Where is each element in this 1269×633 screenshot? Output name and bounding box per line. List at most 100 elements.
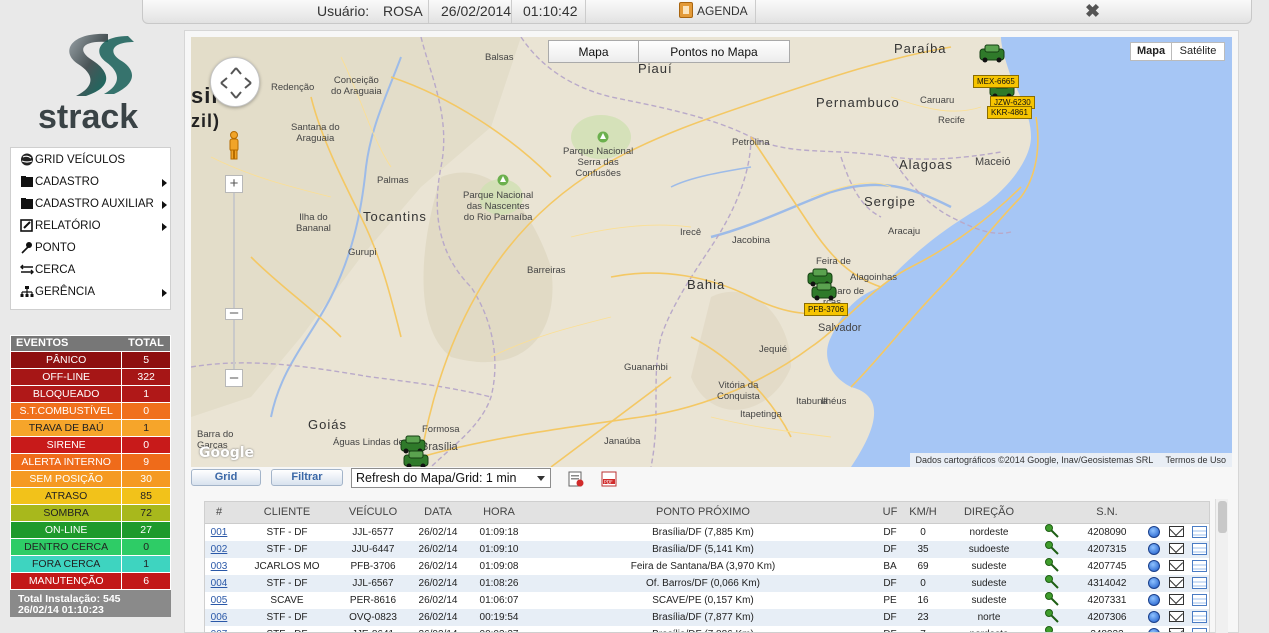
zoom-out-button[interactable]: –: [225, 369, 243, 387]
table-row[interactable]: 001 STF - DF JJL-6577 26/02/14 01:09:18 Brasí…: [205, 523, 1209, 541]
cell-id[interactable]: 006: [205, 608, 233, 626]
cell-point-action[interactable]: [1033, 557, 1071, 575]
agenda-link[interactable]: AGENDA: [697, 0, 748, 23]
event-row[interactable]: ATRASO 85: [10, 488, 171, 505]
pushpin-icon[interactable]: [1044, 625, 1060, 633]
details-icon[interactable]: [1191, 611, 1207, 623]
map-type-satellite[interactable]: Satélite: [1171, 42, 1225, 61]
event-row[interactable]: MANUTENÇÃO 6: [10, 573, 171, 590]
export-excel-icon[interactable]: [568, 471, 584, 487]
row-id-link[interactable]: 005: [211, 595, 228, 606]
zoom-slider-handle[interactable]: –: [225, 305, 243, 320]
envelope-icon[interactable]: [1168, 628, 1184, 632]
envelope-icon[interactable]: [1168, 611, 1184, 623]
vehicle-marker-icon[interactable]: [977, 43, 1007, 63]
event-row[interactable]: ALERTA INTERNO 9: [10, 454, 171, 471]
col-header-direcao[interactable]: DIREÇÃO: [945, 502, 1033, 524]
cell-id[interactable]: 005: [205, 592, 233, 609]
menu-item-cerca[interactable]: CERCA: [11, 258, 170, 280]
cell-point-action[interactable]: [1033, 523, 1071, 541]
event-row[interactable]: OFF-LINE 322: [10, 369, 171, 386]
cell-message-action[interactable]: [1165, 626, 1187, 632]
cell-id[interactable]: 004: [205, 574, 233, 592]
refresh-select[interactable]: Refresh do Mapa/Grid: 1 min: [351, 468, 551, 488]
table-row[interactable]: 003 JCARLOS MO PFB-3706 26/02/14 01:09:08 Fei…: [205, 557, 1209, 575]
cell-id[interactable]: 007: [205, 626, 233, 633]
details-icon[interactable]: [1191, 594, 1207, 606]
cell-map-action[interactable]: [1143, 523, 1165, 541]
col-header-ponto[interactable]: PONTO PRÓXIMO: [527, 502, 879, 524]
col-header-cliente[interactable]: CLIENTE: [233, 502, 341, 524]
table-row[interactable]: 004 STF - DF JJL-6567 26/02/14 01:08:26 Of. B…: [205, 574, 1209, 592]
event-row[interactable]: SEM POSIÇÃO 30: [10, 471, 171, 488]
col-header-uf[interactable]: UF: [879, 502, 901, 524]
cell-message-action[interactable]: [1165, 608, 1187, 626]
col-header-kmh[interactable]: KM/H: [901, 502, 945, 524]
pushpin-icon[interactable]: [1044, 608, 1060, 623]
globe-icon[interactable]: [1148, 611, 1160, 623]
globe-icon[interactable]: [1148, 594, 1160, 606]
menu-item-relatorio[interactable]: RELATÓRIO: [11, 214, 170, 236]
globe-icon[interactable]: [1148, 560, 1160, 572]
event-row[interactable]: FORA CERCA 1: [10, 556, 171, 573]
pushpin-icon[interactable]: [1044, 591, 1060, 606]
cell-point-action[interactable]: [1033, 540, 1071, 558]
cell-id[interactable]: 003: [205, 558, 233, 575]
cell-detail-action[interactable]: [1187, 523, 1209, 541]
close-icon[interactable]: ✖: [1085, 0, 1100, 22]
zoom-in-button[interactable]: +: [225, 175, 243, 193]
row-id-link[interactable]: 004: [211, 578, 228, 589]
cell-detail-action[interactable]: [1187, 592, 1209, 609]
globe-icon[interactable]: [1148, 526, 1160, 538]
cell-message-action[interactable]: [1165, 592, 1187, 609]
menu-item-ponto[interactable]: PONTO: [11, 236, 170, 258]
cell-message-action[interactable]: [1165, 574, 1187, 592]
menu-item-cadastro-auxiliar[interactable]: CADASTRO AUXILIAR: [11, 192, 170, 214]
details-icon[interactable]: [1191, 628, 1207, 632]
pushpin-icon[interactable]: [1044, 557, 1060, 572]
pushpin-icon[interactable]: [1044, 540, 1060, 555]
menu-item-gerencia[interactable]: GERÊNCIA: [11, 280, 170, 302]
pushpin-icon[interactable]: [1044, 523, 1060, 538]
cell-map-action[interactable]: [1143, 540, 1165, 558]
globe-icon[interactable]: [1148, 577, 1160, 589]
agenda-icon[interactable]: [679, 2, 693, 18]
details-icon[interactable]: [1191, 560, 1207, 572]
cell-map-action[interactable]: [1143, 626, 1165, 632]
table-row[interactable]: 006 STF - DF OVQ-0823 26/02/14 00:19:54 Brasí…: [205, 608, 1209, 626]
col-header-sn[interactable]: S.N.: [1071, 502, 1143, 524]
grid-button[interactable]: Grid: [191, 469, 261, 486]
col-header-id[interactable]: #: [205, 502, 233, 524]
export-pdf-icon[interactable]: PDF: [601, 471, 617, 487]
table-row[interactable]: 007 STF - DFJJE-864126/02/1400:03:37Brasí…: [205, 625, 1209, 633]
cell-id[interactable]: 001: [205, 523, 233, 541]
vehicle-plate-label[interactable]: PFB-3706: [804, 303, 849, 316]
cell-detail-action[interactable]: [1187, 608, 1209, 626]
event-row[interactable]: PÂNICO 5: [10, 352, 171, 369]
menu-item-grid-veiculos[interactable]: GRID VEÍCULOS: [11, 148, 170, 170]
vehicle-plate-label[interactable]: MEX-6665: [973, 75, 1019, 88]
event-row[interactable]: BLOQUEADO 1: [10, 386, 171, 403]
cell-point-action[interactable]: [1033, 625, 1071, 633]
cell-message-action[interactable]: [1165, 558, 1187, 575]
cell-id[interactable]: 002: [205, 540, 233, 558]
filter-button[interactable]: Filtrar: [271, 469, 343, 486]
globe-icon[interactable]: [1148, 543, 1160, 555]
table-row[interactable]: 002 STF - DF JJU-6447 26/02/14 01:09:10 Brasí…: [205, 540, 1209, 558]
event-row[interactable]: S.T.COMBUSTÍVEL 0: [10, 403, 171, 420]
details-icon[interactable]: [1191, 543, 1207, 555]
map-type-map[interactable]: Mapa: [1130, 42, 1172, 61]
envelope-icon[interactable]: [1168, 594, 1184, 606]
vehicle-marker-icon[interactable]: [809, 281, 839, 301]
cell-message-action[interactable]: [1165, 523, 1187, 541]
details-icon[interactable]: [1191, 577, 1207, 589]
cell-map-action[interactable]: [1143, 574, 1165, 592]
event-row[interactable]: SOMBRA 72: [10, 505, 171, 522]
cell-detail-action[interactable]: [1187, 574, 1209, 592]
map-tab-pontos[interactable]: Pontos no Mapa: [638, 40, 790, 63]
cell-point-action[interactable]: [1033, 591, 1071, 609]
row-id-link[interactable]: 007: [211, 629, 228, 633]
col-header-hora[interactable]: HORA: [471, 502, 527, 524]
event-row[interactable]: DENTRO CERCA 0: [10, 539, 171, 556]
map-tab-mapa[interactable]: Mapa: [548, 40, 639, 63]
